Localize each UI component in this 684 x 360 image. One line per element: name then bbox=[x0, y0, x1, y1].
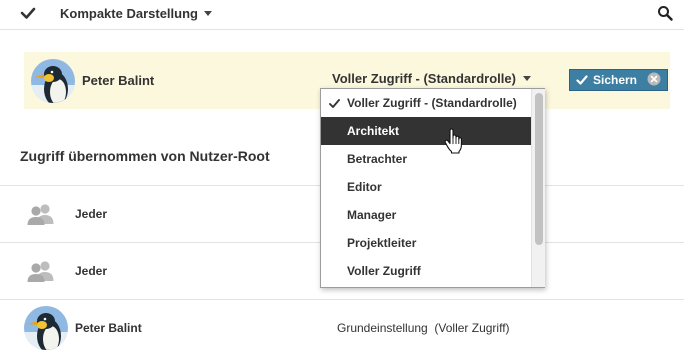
save-button-label: Sichern bbox=[593, 73, 638, 87]
menu-item-label: Betrachter bbox=[347, 152, 408, 166]
role-select[interactable]: Voller Zugriff - (Standardrolle) bbox=[332, 67, 531, 89]
chevron-down-icon bbox=[203, 10, 212, 16]
menu-item-betrachter[interactable]: Betrachter bbox=[321, 145, 531, 173]
menu-item-label: Architekt bbox=[347, 124, 400, 138]
menu-item-label: Voller Zugriff bbox=[347, 264, 421, 278]
menu-item-label: Manager bbox=[347, 208, 397, 222]
search-icon[interactable] bbox=[657, 5, 673, 21]
group-icon bbox=[27, 204, 54, 225]
chevron-down-icon bbox=[522, 75, 531, 81]
user-name: Peter Balint bbox=[82, 73, 155, 88]
role-select-value: Voller Zugriff - (Standardrolle) bbox=[332, 70, 516, 86]
hand-cursor-icon bbox=[444, 128, 462, 154]
close-icon[interactable] bbox=[647, 72, 661, 86]
view-mode-dropdown[interactable]: Kompakte Darstellung bbox=[60, 0, 212, 26]
checkmark-icon bbox=[329, 99, 340, 108]
menu-item-label: Editor bbox=[347, 180, 382, 194]
menu-item-label: Voller Zugriff - (Standardrolle) bbox=[347, 96, 517, 110]
menu-item-projektleiter[interactable]: Projektleiter bbox=[321, 229, 531, 257]
menu-item-editor[interactable]: Editor bbox=[321, 173, 531, 201]
section-title: Zugriff übernommen von Nutzer-Root bbox=[20, 148, 270, 164]
role-dropdown-menu: Voller Zugriff - (Standardrolle) Archite… bbox=[320, 88, 545, 288]
view-mode-label: Kompakte Darstellung bbox=[60, 5, 198, 21]
toolbar: Kompakte Darstellung bbox=[0, 0, 684, 30]
list-item[interactable]: Peter Balint Grundeinstellung (Voller Zu… bbox=[0, 299, 684, 356]
row-name: Peter Balint bbox=[75, 321, 142, 335]
group-icon bbox=[27, 261, 54, 282]
menu-item-architekt[interactable]: Architekt bbox=[321, 117, 531, 145]
avatar bbox=[31, 59, 75, 103]
avatar bbox=[24, 306, 68, 350]
menu-item-voller-zugriff[interactable]: Voller Zugriff bbox=[321, 257, 531, 285]
checkmark-icon bbox=[576, 75, 588, 85]
scrollbar[interactable] bbox=[531, 89, 545, 287]
row-name: Jeder bbox=[75, 207, 108, 221]
menu-item-manager[interactable]: Manager bbox=[321, 201, 531, 229]
penguin-avatar-icon bbox=[24, 306, 68, 350]
checkmark-icon[interactable] bbox=[19, 4, 37, 22]
menu-item-label: Projektleiter bbox=[347, 236, 417, 250]
menu-item-voller-zugriff-standardrolle[interactable]: Voller Zugriff - (Standardrolle) bbox=[321, 89, 531, 117]
row-name: Jeder bbox=[75, 264, 108, 278]
scrollbar-thumb[interactable] bbox=[535, 93, 543, 245]
penguin-avatar-icon bbox=[31, 59, 75, 103]
row-role: Grundeinstellung (Voller Zugriff) bbox=[337, 321, 510, 335]
